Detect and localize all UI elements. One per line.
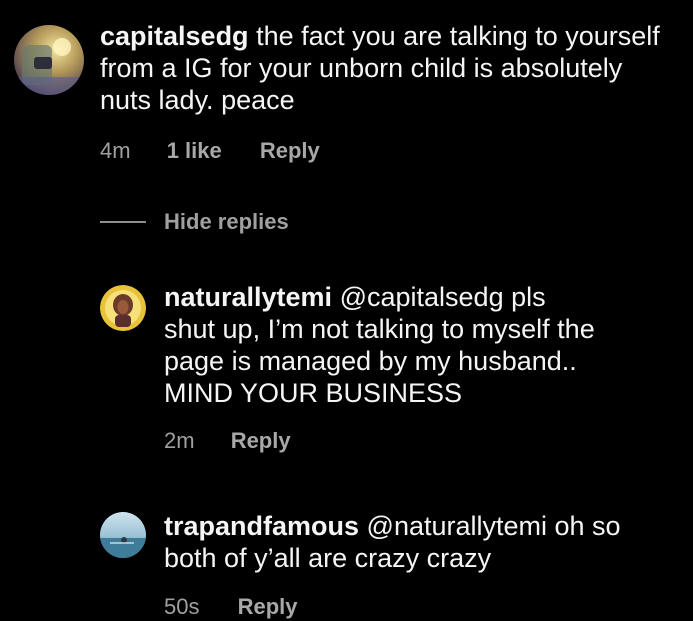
reply-username[interactable]: trapandfamous [164,511,359,541]
comment-meta: 4m 1 like Reply [100,138,320,164]
comments-screen: capitalsedg the fact you are talking to … [0,0,693,621]
reply-meta: 50s Reply [164,594,298,620]
reply-meta: 2m Reply [164,428,291,454]
reply-username[interactable]: naturallytemi [164,282,332,312]
avatar-naturallytemi[interactable] [100,285,146,331]
comment-likes-link[interactable]: 1 like [167,138,222,164]
avatar-capitalsedg[interactable] [14,25,84,95]
comment-body: capitalsedg the fact you are talking to … [100,20,670,116]
hide-replies-toggle[interactable]: Hide replies [100,206,289,238]
comment-reply-button[interactable]: Reply [260,138,320,164]
reply-timestamp: 2m [164,428,195,453]
thread-line [100,221,146,223]
reply-body: naturallytemi @capitalsedg pls shut up, … [164,281,604,409]
avatar-trapandfamous[interactable] [100,512,146,558]
comment-username[interactable]: capitalsedg [100,21,249,51]
hide-replies-label: Hide replies [164,209,289,234]
reply-timestamp: 50s [164,594,200,619]
reply-reply-button[interactable]: Reply [238,594,298,620]
comment-timestamp: 4m [100,138,131,163]
reply-reply-button[interactable]: Reply [231,428,291,454]
reply-body: trapandfamous @naturallytemi oh so both … [164,510,634,574]
